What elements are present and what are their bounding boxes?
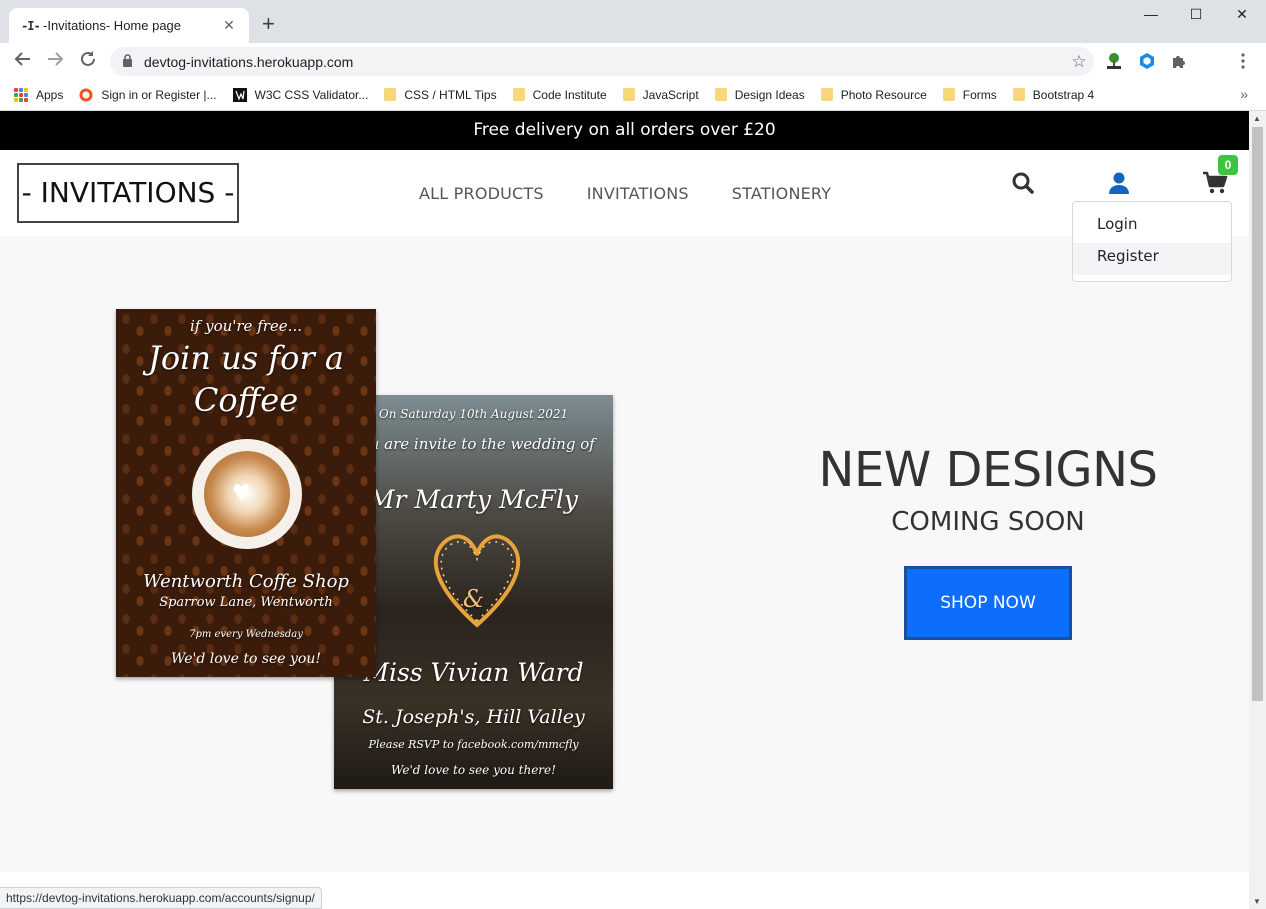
bookmark-sign-in[interactable]: Sign in or Register |...: [79, 87, 217, 102]
bookmark-w3c[interactable]: W3C CSS Validator...: [232, 87, 369, 102]
account-dropdown-menu: Login Register: [1072, 201, 1232, 282]
shop-now-button[interactable]: SHOP NOW: [904, 566, 1072, 640]
promo-banner: Free delivery on all orders over £20: [0, 111, 1249, 150]
bookmark-folder-design-ideas[interactable]: Design Ideas: [714, 87, 805, 102]
bookmark-label: JavaScript: [642, 87, 699, 102]
bookmarks-overflow-icon[interactable]: »: [1240, 86, 1248, 102]
page-scrollbar[interactable]: ▲ ▼: [1249, 111, 1266, 909]
back-icon[interactable]: [11, 50, 35, 73]
tab-title: -Invitations- Home page: [43, 18, 182, 33]
nav-invitations[interactable]: INVITATIONS: [587, 184, 689, 203]
wedding-venue: St. Joseph's, Hill Valley: [362, 706, 585, 728]
bookmark-folder-bootstrap[interactable]: Bootstrap 4: [1012, 87, 1095, 102]
cart-count-badge: 0: [1218, 155, 1238, 175]
browser-tab[interactable]: -I- -Invitations- Home page ✕: [9, 8, 249, 43]
hexagon-extension-icon[interactable]: [1137, 51, 1157, 71]
nav-all-products[interactable]: ALL PRODUCTS: [419, 184, 544, 203]
html-validator-extension-icon[interactable]: [1104, 51, 1124, 71]
folder-icon: [384, 88, 397, 101]
folder-icon: [820, 88, 833, 101]
bookmark-label: Apps: [36, 87, 64, 102]
new-tab-button[interactable]: +: [262, 13, 275, 35]
coffee-closing: We'd love to see you!: [170, 651, 322, 667]
ring-icon: [79, 88, 93, 102]
bookmark-star-icon[interactable]: ☆: [1064, 52, 1094, 72]
bookmark-label: Code Institute: [532, 87, 607, 102]
browser-tabstrip: -I- -Invitations- Home page ✕ + — ☐ ✕: [0, 0, 1266, 43]
coffee-invitation-image[interactable]: if you're free... Join us for a Coffee ♥…: [116, 309, 376, 677]
hero-subheadline: COMING SOON: [891, 507, 1085, 537]
coffee-venue: Wentworth Coffe Shop: [143, 571, 349, 592]
register-link[interactable]: Register: [1073, 243, 1231, 275]
site-logo[interactable]: - INVITATIONS -: [17, 163, 239, 223]
bookmark-label: W3C CSS Validator...: [254, 87, 369, 102]
nav-stationery[interactable]: STATIONERY: [732, 184, 831, 203]
coffee-time: 7pm every Wednesday: [189, 629, 303, 640]
browser-toolbar: devtog-invitations.herokuapp.com ☆: [0, 43, 1266, 79]
tab-favicon: -I-: [21, 18, 41, 33]
folder-icon: [714, 88, 727, 101]
bookmark-label: Photo Resource: [840, 87, 927, 102]
coffee-heading-2: Coffee: [193, 381, 299, 419]
folder-icon: [622, 88, 635, 101]
browser-menu-icon[interactable]: [1233, 51, 1253, 71]
scroll-down-icon[interactable]: ▼: [1253, 897, 1261, 906]
bookmark-folder-css-tips[interactable]: CSS / HTML Tips: [384, 87, 497, 102]
site-header: - INVITATIONS - ALL PRODUCTS INVITATIONS…: [0, 150, 1249, 236]
bookmarks-bar: Apps Sign in or Register |... W3C CSS Va…: [0, 79, 1266, 111]
address-bar[interactable]: devtog-invitations.herokuapp.com ☆: [110, 47, 1094, 76]
bookmark-label: Design Ideas: [734, 87, 805, 102]
coffee-heading-1: Join us for a: [148, 339, 344, 377]
tab-close-icon[interactable]: ✕: [221, 17, 237, 34]
fairy-lights-heart-icon: [433, 534, 521, 628]
bookmark-folder-forms[interactable]: Forms: [942, 87, 997, 102]
folder-icon: [1012, 88, 1025, 101]
forward-icon[interactable]: [43, 50, 67, 73]
bookmark-folder-photo-resource[interactable]: Photo Resource: [820, 87, 927, 102]
coffee-address: Sparrow Lane, Wentworth: [159, 595, 333, 610]
extensions-puzzle-icon[interactable]: [1169, 51, 1189, 71]
coffee-intro: if you're free...: [189, 317, 302, 335]
hero-headline: NEW DESIGNS: [818, 442, 1158, 498]
w3c-icon: [232, 87, 247, 102]
bookmark-label: Bootstrap 4: [1032, 87, 1095, 102]
rsvp-text: Please RSVP to facebook.com/mmcfly: [368, 738, 579, 751]
scroll-up-icon[interactable]: ▲: [1253, 114, 1261, 123]
web-page: Free delivery on all orders over £20 - I…: [0, 111, 1249, 909]
scrollbar-thumb[interactable]: [1252, 127, 1263, 701]
bookmark-folder-code-institute[interactable]: Code Institute: [512, 87, 607, 102]
search-icon[interactable]: [1009, 169, 1037, 197]
maximize-button[interactable]: ☐: [1173, 6, 1219, 23]
bookmark-label: CSS / HTML Tips: [404, 87, 497, 102]
folder-icon: [512, 88, 525, 101]
main-nav: ALL PRODUCTS INVITATIONS STATIONERY: [419, 184, 874, 203]
folder-icon: [942, 88, 955, 101]
minimize-button[interactable]: —: [1128, 6, 1174, 22]
bookmark-label: Sign in or Register |...: [101, 87, 217, 102]
close-window-button[interactable]: ✕: [1219, 6, 1265, 23]
user-account-icon[interactable]: [1105, 169, 1133, 197]
wedding-closing: We'd love to see you there!: [391, 763, 556, 777]
reload-icon[interactable]: [76, 50, 100, 73]
apps-grid-icon: [14, 87, 28, 102]
bookmark-apps[interactable]: Apps: [14, 87, 64, 102]
link-status-bar: https://devtog-invitations.herokuapp.com…: [0, 887, 322, 909]
login-link[interactable]: Login: [1073, 211, 1231, 243]
latte-cup-icon: ♥: [192, 439, 302, 549]
url-text[interactable]: devtog-invitations.herokuapp.com: [144, 54, 1064, 70]
lock-icon: [122, 53, 136, 70]
bookmark-label: Forms: [962, 87, 997, 102]
bookmark-folder-javascript[interactable]: JavaScript: [622, 87, 699, 102]
hero-section: On Saturday 10th August 2021 you are inv…: [0, 236, 1249, 872]
